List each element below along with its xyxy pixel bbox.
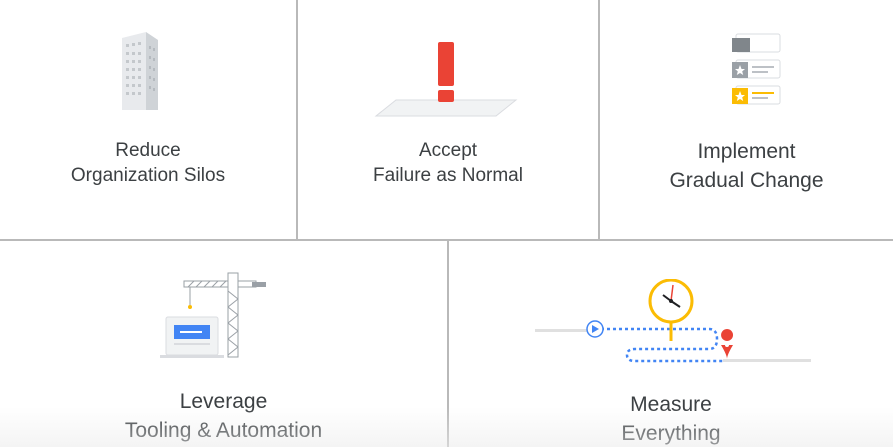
principle-label: Implement Gradual Change [600, 137, 893, 195]
principle-label: Measure Everything [449, 390, 893, 448]
principle-line-1: Leverage [179, 390, 268, 413]
panel-leverage-tooling: Leverage Tooling & Automation [0, 241, 447, 447]
panel-reduce-silos: Reduce Organization Silos [0, 0, 296, 239]
panel-measure-everything: Measure Everything [449, 241, 893, 447]
clock-route-icon [535, 279, 811, 363]
principle-line-2: Failure as Normal [373, 165, 523, 186]
principle-label: Reduce Organization Silos [0, 138, 296, 188]
crane-icon [160, 272, 266, 358]
panel-gradual-change: Implement Gradual Change [600, 0, 893, 239]
cards-icon [732, 33, 781, 105]
building-icon [122, 32, 158, 110]
principle-line-1: Measure [630, 393, 712, 416]
principle-line-2: Tooling & Automation [124, 419, 323, 442]
principle-line-1: Reduce [115, 140, 181, 161]
principle-label: Accept Failure as Normal [298, 138, 598, 188]
principle-line-1: Implement [697, 140, 796, 163]
principle-line-2: Gradual Change [669, 169, 824, 192]
principle-line-2: Everything [621, 422, 721, 445]
principle-label: Leverage Tooling & Automation [0, 387, 447, 445]
exclamation-icon [374, 42, 518, 117]
principle-line-1: Accept [418, 140, 478, 161]
panel-accept-failure: Accept Failure as Normal [298, 0, 598, 239]
principle-line-2: Organization Silos [70, 165, 226, 186]
